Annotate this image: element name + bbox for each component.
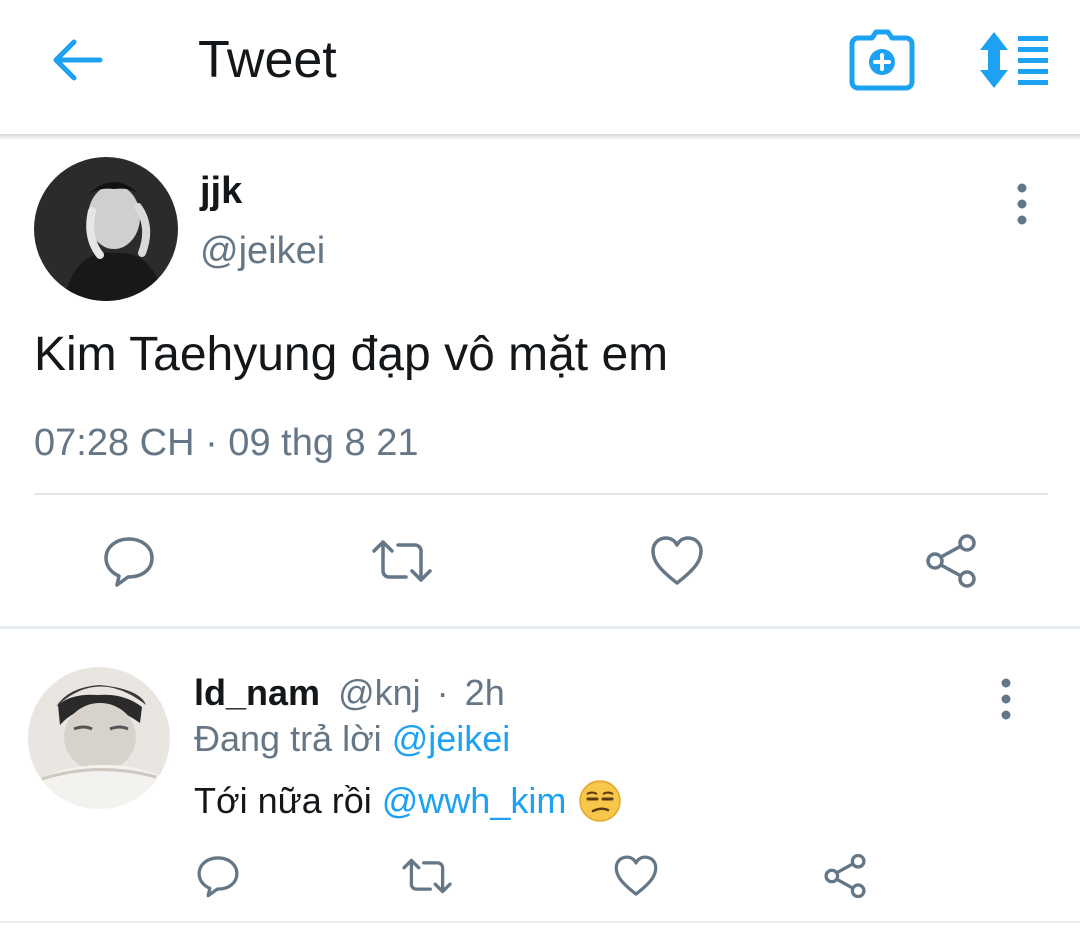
share-button[interactable] bbox=[810, 841, 880, 911]
reply-text-body: Tới nữa rồi bbox=[194, 780, 372, 821]
more-vertical-icon bbox=[1017, 183, 1027, 225]
back-button[interactable] bbox=[44, 28, 108, 92]
replying-to-mention[interactable]: @jeikei bbox=[392, 718, 511, 759]
divider bbox=[0, 921, 1080, 923]
avatar[interactable] bbox=[28, 667, 170, 809]
tweet-timestamp: 07:28 CH · 09 thg 8 21 bbox=[34, 422, 419, 464]
sort-button[interactable] bbox=[974, 28, 1054, 92]
user-handle[interactable]: @knj bbox=[338, 672, 421, 713]
replying-to-label: Đang trả lời bbox=[194, 718, 382, 759]
meta-separator: · bbox=[436, 672, 449, 713]
avatar[interactable] bbox=[34, 157, 178, 301]
share-icon bbox=[824, 853, 866, 899]
main-tweet: jjk @jeikei Kim Taehyung đạp vô mặt em 0… bbox=[0, 140, 1080, 628]
camera-plus-icon bbox=[849, 29, 915, 91]
reply-button[interactable] bbox=[94, 526, 164, 596]
more-options-button[interactable] bbox=[986, 669, 1026, 729]
display-name[interactable]: ld_nam bbox=[194, 672, 320, 713]
like-icon bbox=[651, 536, 703, 585]
divider bbox=[34, 493, 1048, 495]
back-arrow-icon bbox=[53, 39, 103, 81]
tweet-text: Kim Taehyung đạp vô mặt em bbox=[34, 328, 669, 381]
reply-tweet[interactable]: ld_nam @knj · 2h Đang trả lời @jeikei Tớ… bbox=[0, 629, 1080, 942]
share-button[interactable] bbox=[916, 526, 986, 596]
like-icon bbox=[614, 855, 658, 896]
more-options-button[interactable] bbox=[1002, 174, 1042, 234]
sort-icon bbox=[980, 32, 1048, 88]
reply-icon bbox=[104, 537, 154, 587]
reply-header: ld_nam @knj · 2h bbox=[194, 671, 505, 715]
page-title: Tweet bbox=[198, 31, 337, 89]
retweet-icon bbox=[402, 858, 452, 894]
retweet-button[interactable] bbox=[367, 526, 437, 596]
reply-age: 2h bbox=[464, 672, 505, 713]
top-app-bar: Tweet bbox=[0, 0, 1080, 134]
display-name[interactable]: jjk bbox=[200, 168, 242, 214]
more-vertical-icon bbox=[1001, 678, 1011, 720]
user-handle[interactable]: @jeikei bbox=[200, 228, 325, 274]
camera-button[interactable] bbox=[848, 28, 916, 92]
mention-link[interactable]: @wwh_kim bbox=[382, 777, 567, 825]
retweet-icon bbox=[372, 540, 432, 582]
reply-icon bbox=[197, 856, 239, 898]
share-icon bbox=[926, 534, 976, 588]
reply-button[interactable] bbox=[183, 841, 253, 911]
like-button[interactable] bbox=[642, 526, 712, 596]
retweet-button[interactable] bbox=[392, 841, 462, 911]
replying-to: Đang trả lời @jeikei bbox=[194, 717, 510, 761]
like-button[interactable] bbox=[601, 841, 671, 911]
reply-text: Tới nữa rồi @wwh_kim bbox=[194, 777, 622, 825]
unamused-face-emoji bbox=[578, 779, 622, 823]
